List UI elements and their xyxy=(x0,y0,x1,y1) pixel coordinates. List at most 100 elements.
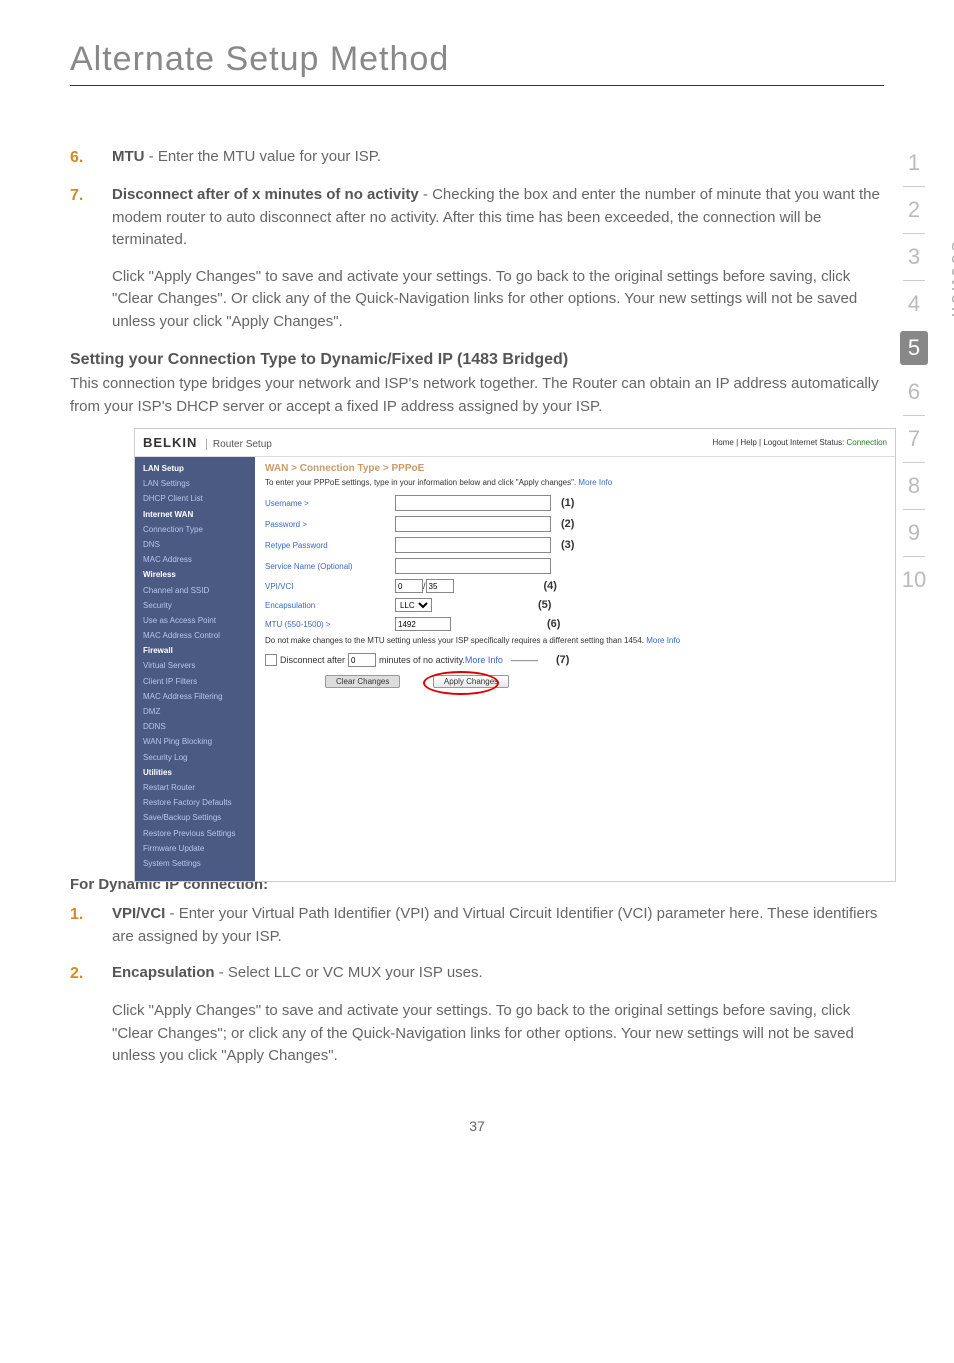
more-info-link[interactable]: More Info xyxy=(465,655,503,665)
nav-item[interactable]: Virtual Servers xyxy=(135,658,255,673)
apply-changes-button[interactable]: Apply Changes xyxy=(433,675,509,688)
subheading: Setting your Connection Type to Dynamic/… xyxy=(70,351,884,369)
item-text: - Enter the MTU value for your ISP. xyxy=(145,148,381,165)
nav-item[interactable]: MAC Address Control xyxy=(135,628,255,643)
nav-item[interactable]: MAC Address Filtering xyxy=(135,689,255,704)
nav-item[interactable]: Channel and SSID xyxy=(135,583,255,598)
nav-item[interactable]: DHCP Client List xyxy=(135,491,255,506)
nav-item[interactable]: Security Log xyxy=(135,750,255,765)
page-title: Alternate Setup Method xyxy=(70,40,884,79)
item-lead: MTU xyxy=(112,148,145,165)
nav-header: LAN Setup xyxy=(135,461,255,476)
subheading-body: This connection type bridges your networ… xyxy=(70,373,884,418)
title-rule xyxy=(70,85,884,86)
router-nav: LAN Setup LAN Settings DHCP Client List … xyxy=(135,457,255,881)
vpi-input[interactable] xyxy=(395,579,423,593)
router-status: Home | Help | Logout Internet Status: Co… xyxy=(713,438,888,447)
apply-paragraph-1: Click "Apply Changes" to save and activa… xyxy=(112,266,884,334)
nav-item[interactable]: Firmware Update xyxy=(135,841,255,856)
retype-password-input[interactable] xyxy=(395,537,551,553)
disconnect-suffix: minutes of no activity. xyxy=(379,655,465,665)
nav-item[interactable]: Client IP Filters xyxy=(135,674,255,689)
mtu-note-text: Do not make changes to the MTU setting u… xyxy=(265,636,646,645)
section-num-5[interactable]: 5 xyxy=(900,331,928,365)
nav-item[interactable]: System Settings xyxy=(135,856,255,871)
nav-item[interactable]: Save/Backup Settings xyxy=(135,810,255,825)
breadcrumb: WAN > Connection Type > PPPoE xyxy=(265,463,885,474)
section-num-6[interactable]: 6 xyxy=(886,369,942,415)
vci-input[interactable] xyxy=(426,579,454,593)
nav-item[interactable]: WAN Ping Blocking xyxy=(135,734,255,749)
item-body: VPI/VCI - Enter your Virtual Path Identi… xyxy=(112,903,884,948)
mtu-note: Do not make changes to the MTU setting u… xyxy=(265,636,885,645)
disconnect-checkbox[interactable] xyxy=(265,654,277,666)
nav-item[interactable]: Connection Type xyxy=(135,522,255,537)
section-vertical-label: section xyxy=(947,242,954,320)
password-input[interactable] xyxy=(395,516,551,532)
nav-header: Utilities xyxy=(135,765,255,780)
mtu-input[interactable] xyxy=(395,617,451,631)
router-setup-label: Router Setup xyxy=(206,439,272,450)
more-info-link[interactable]: More Info xyxy=(578,478,612,487)
more-info-link[interactable]: More Info xyxy=(646,636,680,645)
item-body: Encapsulation - Select LLC or VC MUX you… xyxy=(112,962,884,986)
list-item: 7. Disconnect after of x minutes of no a… xyxy=(70,184,884,252)
service-name-input[interactable] xyxy=(395,558,551,574)
mtu-label[interactable]: MTU (550-1500) > xyxy=(265,620,331,629)
router-main: WAN > Connection Type > PPPoE To enter y… xyxy=(255,457,895,881)
section-num-4[interactable]: 4 xyxy=(886,281,942,327)
list-item: 2. Encapsulation - Select LLC or VC MUX … xyxy=(70,962,884,986)
item-text: - Select LLC or VC MUX your ISP uses. xyxy=(215,964,483,981)
item-body: Disconnect after of x minutes of no acti… xyxy=(112,184,884,252)
item-number: 6. xyxy=(70,146,112,170)
router-status-prefix: Home | Help | Logout Internet Status: xyxy=(713,438,847,447)
callout-3: (3) xyxy=(561,539,574,551)
item-lead: Encapsulation xyxy=(112,964,215,981)
item-lead: Disconnect after of x minutes of no acti… xyxy=(112,186,419,203)
username-label[interactable]: Username > xyxy=(265,499,309,508)
item-number: 7. xyxy=(70,184,112,252)
callout-1: (1) xyxy=(561,497,574,509)
nav-item[interactable]: DMZ xyxy=(135,704,255,719)
nav-header: Firewall xyxy=(135,643,255,658)
username-input[interactable] xyxy=(395,495,551,511)
service-name-label[interactable]: Service Name (Optional) xyxy=(265,562,353,571)
section-num-2[interactable]: 2 xyxy=(886,187,942,233)
retype-password-label[interactable]: Retype Password xyxy=(265,541,328,550)
apply-paragraph-2: Click "Apply Changes" to save and activa… xyxy=(112,1000,884,1068)
nav-item[interactable]: Use as Access Point xyxy=(135,613,255,628)
item-body: MTU - Enter the MTU value for your ISP. xyxy=(112,146,884,170)
nav-item[interactable]: Security xyxy=(135,598,255,613)
password-label[interactable]: Password > xyxy=(265,520,307,529)
hint-prefix: To enter your PPPoE settings, type in yo… xyxy=(265,478,578,487)
item-text: - Enter your Virtual Path Identifier (VP… xyxy=(112,905,877,945)
callout-2: (2) xyxy=(561,518,574,530)
item-number: 2. xyxy=(70,962,112,986)
nav-item[interactable]: Restore Factory Defaults xyxy=(135,795,255,810)
nav-header: Wireless xyxy=(135,567,255,582)
encapsulation-label[interactable]: Encapsulation xyxy=(265,601,315,610)
router-logo: BELKIN xyxy=(143,435,197,450)
item-number: 1. xyxy=(70,903,112,948)
encapsulation-select[interactable]: LLC xyxy=(395,598,432,612)
nav-item[interactable]: LAN Settings xyxy=(135,476,255,491)
list-item: 1. VPI/VCI - Enter your Virtual Path Ide… xyxy=(70,903,884,948)
nav-item[interactable]: Restore Previous Settings xyxy=(135,826,255,841)
clear-changes-button[interactable]: Clear Changes xyxy=(325,675,400,688)
router-screenshot: BELKIN Router Setup Home | Help | Logout… xyxy=(134,428,896,882)
nav-item[interactable]: MAC Address xyxy=(135,552,255,567)
nav-item[interactable]: Restart Router xyxy=(135,780,255,795)
callout-4: (4) xyxy=(544,580,557,592)
callout-5: (5) xyxy=(538,599,551,611)
nav-header: Internet WAN xyxy=(135,507,255,522)
vpivci-label[interactable]: VPI/VCI xyxy=(265,582,293,591)
disconnect-label: Disconnect after xyxy=(280,655,345,665)
hint-text: To enter your PPPoE settings, type in yo… xyxy=(265,478,885,487)
section-num-1[interactable]: 1 xyxy=(886,140,942,186)
nav-item[interactable]: DDNS xyxy=(135,719,255,734)
nav-item[interactable]: DNS xyxy=(135,537,255,552)
disconnect-minutes-input[interactable] xyxy=(348,653,376,667)
callout-7: (7) xyxy=(556,654,569,666)
section-num-3[interactable]: 3 xyxy=(886,234,942,280)
callout-6: (6) xyxy=(547,618,560,630)
